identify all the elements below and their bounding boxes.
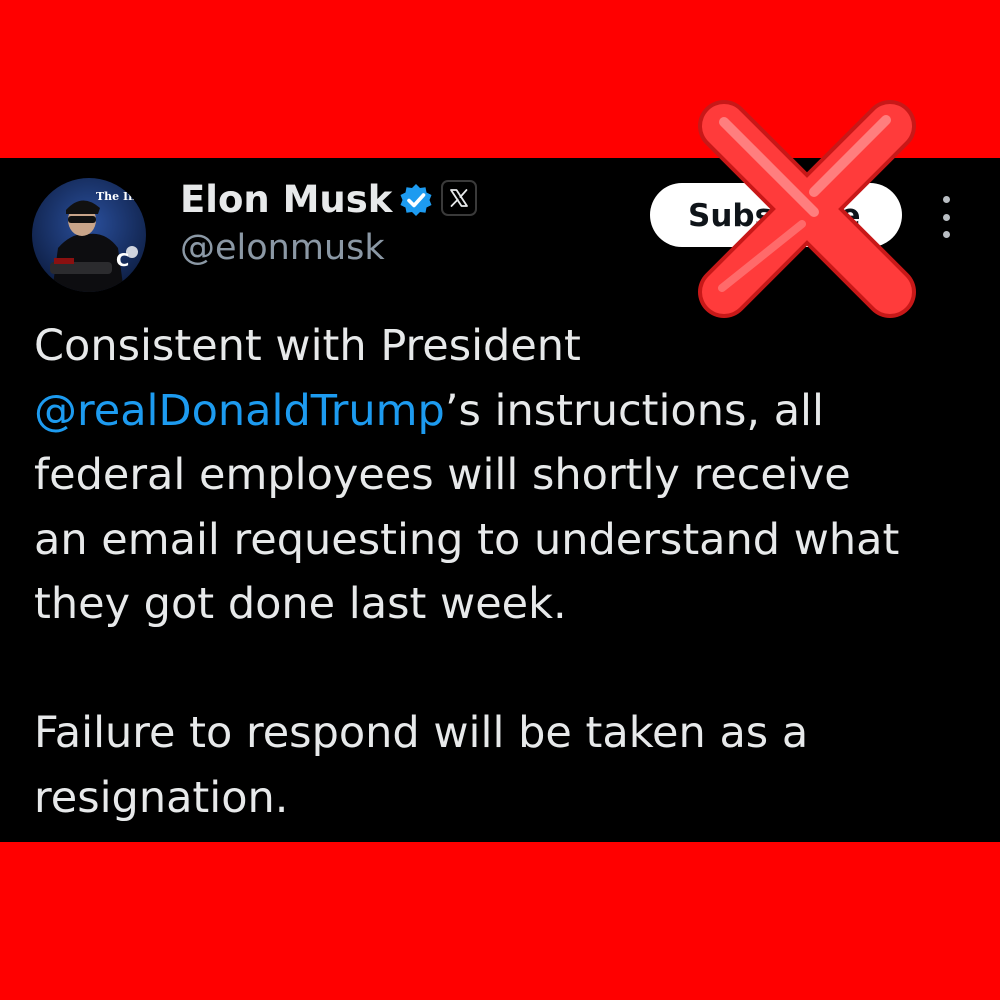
- tweet-line-rest: ’s instructions, all: [444, 385, 824, 436]
- tweet-line: Failure to respond will be taken as a: [34, 708, 809, 758]
- tweet-card: The Imogefa C Elon Musk @elonmusk Subscr…: [0, 158, 1000, 842]
- more-dot: [942, 231, 950, 238]
- bottom-red-band: [0, 842, 1000, 1000]
- more-dot: [942, 213, 950, 221]
- more-dot: [942, 196, 950, 203]
- mention-link[interactable]: @realDonaldTrump: [34, 386, 445, 436]
- x-logo-icon: [441, 180, 477, 216]
- tweet-line: Consistent with President: [34, 321, 581, 371]
- tweet-line: resignation.: [34, 772, 289, 823]
- tweet-line: an email requesting to understand what: [34, 514, 900, 565]
- tweet-line: @realDonaldTrump’s instructions, all: [34, 379, 984, 444]
- avatar-caption: The Imogefa: [96, 190, 146, 203]
- tweet-text: Consistent with President @realDonaldTru…: [34, 314, 984, 830]
- tweet-line: federal employees will shortly receive: [34, 450, 851, 500]
- tweet-line: they got done last week.: [34, 579, 567, 629]
- avatar-photo-icon: The Imogefa C: [32, 178, 146, 292]
- verified-badge-icon: [398, 182, 434, 218]
- author-display-name[interactable]: Elon Musk: [180, 178, 392, 222]
- author-avatar[interactable]: The Imogefa C: [32, 178, 146, 292]
- author-handle[interactable]: @elonmusk: [180, 226, 385, 270]
- top-red-band: [0, 0, 1000, 158]
- more-options-icon[interactable]: [930, 196, 962, 238]
- subscribe-button[interactable]: Subscribe: [650, 183, 902, 247]
